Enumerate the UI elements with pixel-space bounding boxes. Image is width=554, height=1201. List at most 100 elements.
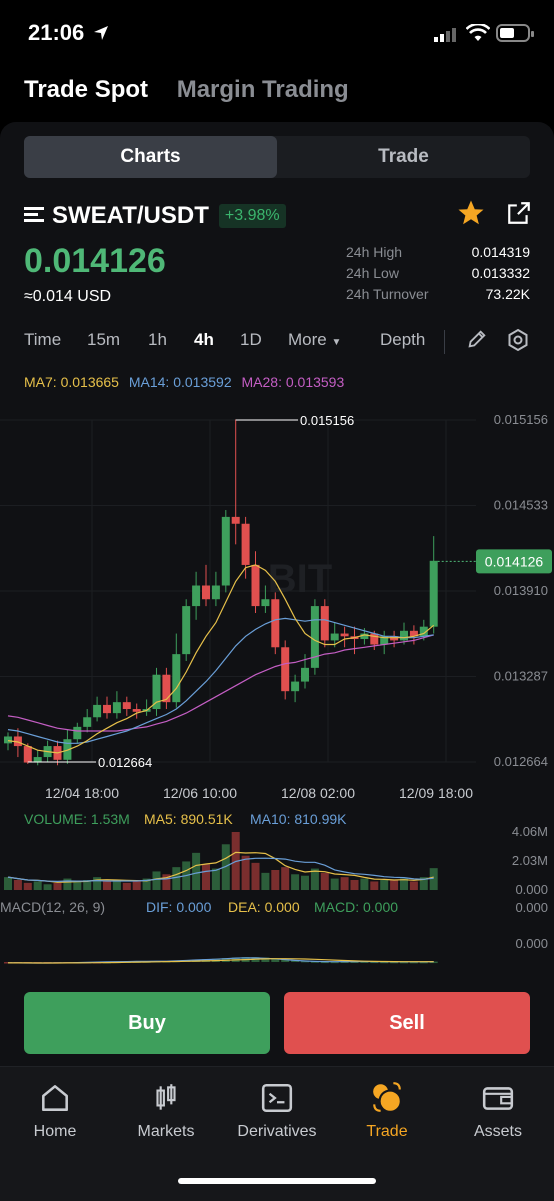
candle — [192, 585, 201, 607]
low-marker-label: 0.012664 — [98, 755, 152, 770]
tf-1h[interactable]: 1h — [148, 330, 167, 350]
turnover-label: 24h Turnover — [346, 286, 429, 302]
usd-price: ≈0.014 USD — [24, 288, 112, 305]
volume-ma5-label: MA5: 890.51K — [144, 811, 233, 827]
time-axis-label: 12/09 18:00 — [399, 785, 473, 801]
favorite-star-icon[interactable] — [456, 198, 486, 233]
candle — [231, 516, 240, 524]
volume-bar — [93, 877, 102, 890]
volume-bar — [370, 881, 379, 890]
macd-value-label: MACD: 0.000 — [314, 899, 398, 915]
candle — [122, 702, 131, 710]
volume-axis-label: 4.06M — [512, 824, 548, 839]
volume-bar — [73, 881, 82, 890]
trade-icon — [373, 1082, 402, 1113]
tf-more-label: More — [288, 330, 327, 349]
tab-margin-trading[interactable]: Margin Trading — [177, 76, 349, 103]
tf-depth[interactable]: Depth — [380, 330, 425, 350]
trade-panel: Charts Trade SWEAT/USDT +3.98% 0.014126 … — [0, 122, 554, 1201]
volume-bar — [301, 875, 309, 890]
status-time: 21:06 — [28, 20, 85, 45]
volume-bar — [320, 872, 329, 890]
candle — [221, 516, 230, 586]
segment-trade[interactable]: Trade — [277, 136, 530, 178]
candle — [320, 606, 329, 641]
settings-icon[interactable] — [506, 328, 530, 357]
nav-trade-label: Trade — [366, 1123, 408, 1140]
volume-bar — [202, 864, 210, 890]
candle — [132, 709, 141, 712]
volume-bar — [172, 867, 181, 890]
derivatives-icon — [261, 1083, 293, 1113]
candle — [429, 560, 438, 627]
menu-icon[interactable] — [24, 205, 44, 228]
macd-dif-label: DIF: 0.000 — [146, 899, 212, 915]
turnover-value: 73.22K — [485, 286, 530, 302]
candle — [291, 681, 300, 692]
pencil-icon[interactable] — [466, 328, 488, 355]
cellular-signal-icon — [434, 28, 458, 47]
last-price: 0.014126 — [24, 242, 166, 280]
location-arrow-icon — [92, 24, 110, 47]
candle — [103, 704, 111, 714]
candle — [370, 633, 379, 645]
ma28-line — [7, 634, 434, 732]
high-marker-label: 0.015156 — [300, 413, 354, 428]
nav-trade[interactable]: Trade — [332, 1081, 442, 1141]
nav-derivatives[interactable]: Derivatives — [222, 1081, 332, 1141]
macd-axis-label: 0.000 — [515, 936, 548, 951]
sell-button[interactable]: Sell — [284, 992, 530, 1054]
buy-button[interactable]: Buy — [24, 992, 270, 1054]
candle — [4, 736, 12, 744]
pair-name[interactable]: SWEAT/USDT — [52, 202, 209, 230]
volume-bar — [241, 855, 250, 890]
volume-bar — [330, 878, 339, 890]
candle — [83, 717, 92, 727]
candle — [93, 704, 102, 718]
candle — [202, 585, 210, 600]
last-price-tag-label: 0.014126 — [485, 553, 544, 569]
tf-4h[interactable]: 4h — [194, 330, 214, 350]
watermark-logo: BIT — [268, 557, 332, 601]
volume-bar — [13, 880, 22, 890]
ma7-label: MA7: 0.013665 — [24, 374, 119, 390]
ma14-line — [7, 617, 434, 744]
wallet-icon — [482, 1087, 514, 1110]
tf-15m[interactable]: 15m — [87, 330, 120, 350]
tf-more[interactable]: More ▼ — [288, 330, 341, 350]
volume-bar — [63, 878, 72, 890]
volume-label: VOLUME: 1.53M — [24, 811, 130, 827]
nav-markets[interactable]: Markets — [111, 1081, 221, 1141]
stats-block: 24h High 0.014319 24h Low 0.013332 24h Tur… — [346, 244, 530, 307]
high-value: 0.014319 — [471, 244, 530, 260]
macd-axis-label: 0.000 — [515, 900, 548, 915]
volume-bar — [53, 882, 62, 890]
home-icon — [42, 1085, 68, 1111]
tab-trade-spot[interactable]: Trade Spot — [24, 76, 148, 103]
candle — [241, 523, 250, 565]
home-indicator — [178, 1178, 376, 1184]
ma28-label: MA28: 0.013593 — [241, 374, 345, 390]
divider — [444, 330, 445, 354]
tf-1d[interactable]: 1D — [240, 330, 262, 350]
price-axis-label: 0.013910 — [494, 583, 548, 598]
volume-bar — [43, 884, 52, 890]
volume-bar — [251, 862, 260, 890]
segment-charts[interactable]: Charts — [24, 136, 277, 178]
macd-dea-label: DEA: 0.000 — [228, 899, 300, 915]
candle — [23, 746, 32, 763]
ma14-label: MA14: 0.013592 — [128, 374, 232, 390]
nav-assets[interactable]: Assets — [443, 1081, 553, 1141]
nav-home[interactable]: Home — [0, 1081, 110, 1141]
nav-derivatives-label: Derivatives — [237, 1123, 317, 1140]
volume-bar — [33, 881, 42, 890]
ma-legend: MA7: 0.013665 MA14: 0.013592 MA28: 0.013… — [24, 374, 350, 390]
nav-markets-label: Markets — [137, 1123, 195, 1140]
price-axis-label: 0.014533 — [494, 498, 548, 513]
price-chart[interactable]: 0.015156 0.014533 0.013910 0.013287 0.012664… — [0, 392, 554, 982]
candle — [162, 674, 171, 703]
candle — [211, 585, 220, 600]
time-axis-label: 12/04 18:00 — [45, 785, 119, 801]
tf-time[interactable]: Time — [24, 330, 61, 350]
share-icon[interactable] — [506, 200, 532, 231]
